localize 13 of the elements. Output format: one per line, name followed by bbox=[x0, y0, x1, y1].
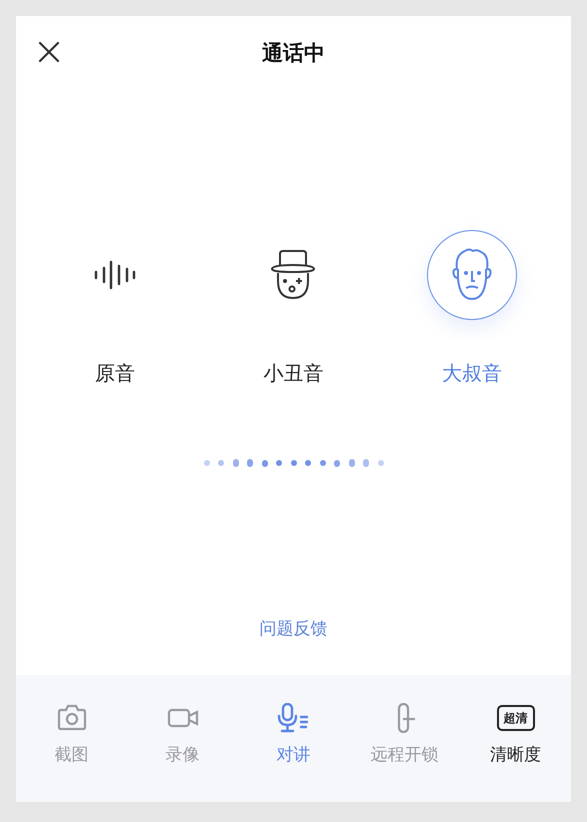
microphone-icon bbox=[276, 703, 310, 733]
toolbar-button[interactable]: 对讲 bbox=[238, 703, 348, 766]
screen-title: 通话中 bbox=[262, 40, 325, 67]
close-button[interactable] bbox=[38, 41, 60, 63]
sound-wave-icon bbox=[93, 259, 138, 291]
voice-option[interactable]: 原音 bbox=[40, 230, 190, 387]
quality-badge: 超清 bbox=[496, 705, 534, 731]
close-icon bbox=[38, 41, 60, 63]
voice-option[interactable]: 大叔音 bbox=[396, 230, 547, 387]
camera-icon bbox=[56, 703, 88, 733]
feedback-link[interactable]: 问题反馈 bbox=[260, 617, 328, 640]
voice-option[interactable]: 小丑音 bbox=[218, 230, 368, 387]
toolbar-button[interactable]: 超清 清晰度 bbox=[460, 703, 570, 766]
